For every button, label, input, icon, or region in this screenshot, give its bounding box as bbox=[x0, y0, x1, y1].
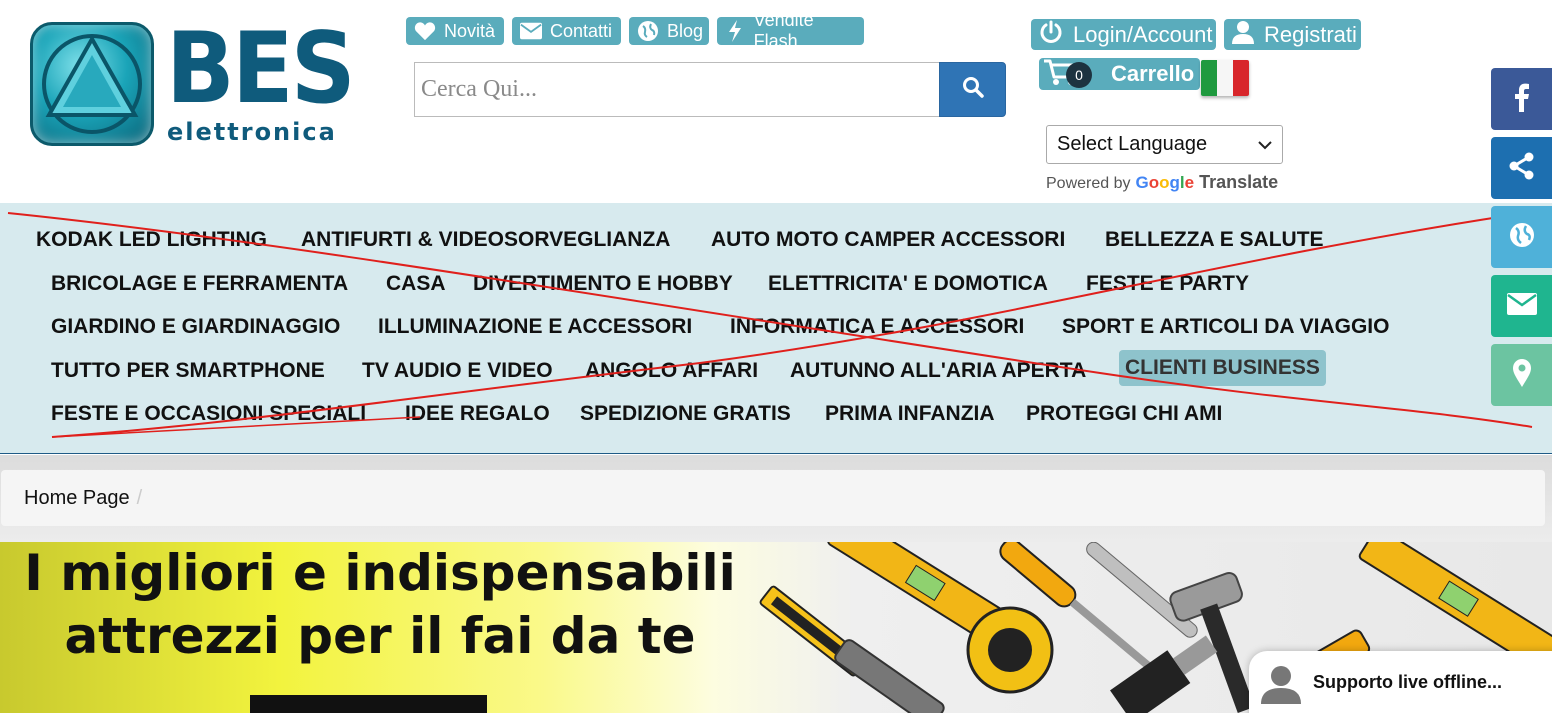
login-button[interactable]: Login/Account bbox=[1031, 19, 1216, 50]
category-item[interactable]: BRICOLAGE E FERRAMENTA bbox=[51, 272, 348, 296]
category-item[interactable]: ILLUMINAZIONE E ACCESSORI bbox=[378, 315, 692, 339]
category-item[interactable]: TUTTO PER SMARTPHONE bbox=[51, 359, 325, 383]
category-item[interactable]: BELLEZZA E SALUTE bbox=[1105, 228, 1324, 252]
cart-button[interactable]: 0 Carrello bbox=[1039, 58, 1200, 90]
cart-label: Carrello bbox=[1111, 61, 1195, 86]
top-links: Novità Contatti Blog Vendite Flash bbox=[406, 10, 864, 51]
login-label: Login/Account bbox=[1073, 21, 1213, 47]
chevron-down-icon bbox=[1258, 133, 1272, 156]
category-item[interactable]: KODAK LED LIGHTING bbox=[36, 228, 267, 252]
category-item[interactable]: IDEE REGALO bbox=[405, 402, 550, 426]
register-label: Registrati bbox=[1264, 21, 1357, 47]
location-button[interactable] bbox=[1491, 344, 1552, 406]
social-sidebar bbox=[1491, 68, 1552, 413]
contatti-link[interactable]: Contatti bbox=[512, 17, 621, 45]
banner-line-1: I migliori e indispensabili bbox=[24, 544, 736, 602]
category-item[interactable]: FESTE E PARTY bbox=[1086, 272, 1249, 296]
breadcrumb-home[interactable]: Home Page bbox=[24, 487, 130, 510]
category-item[interactable]: SPORT E ARTICOLI DA VIAGGIO bbox=[1062, 315, 1389, 339]
category-item[interactable]: PRIMA INFANZIA bbox=[825, 402, 995, 426]
category-item[interactable]: AUTO MOTO CAMPER ACCESSORI bbox=[711, 228, 1065, 252]
envelope-icon bbox=[1506, 292, 1537, 320]
category-menu: KODAK LED LIGHTING ANTIFURTI & VIDEOSORV… bbox=[0, 203, 1552, 454]
search-input[interactable] bbox=[414, 62, 939, 117]
powered-by-label: Powered by bbox=[1046, 175, 1131, 192]
envelope-icon bbox=[520, 20, 542, 42]
facebook-button[interactable] bbox=[1491, 68, 1552, 130]
website-button[interactable] bbox=[1491, 206, 1552, 268]
category-item[interactable]: AUTUNNO ALL'ARIA APERTA bbox=[790, 359, 1086, 383]
category-item-active[interactable]: CLIENTI BUSINESS bbox=[1119, 350, 1326, 386]
user-icon bbox=[1232, 20, 1254, 50]
vendite-flash-label: Vendite Flash bbox=[753, 10, 814, 51]
share-icon bbox=[1508, 152, 1536, 185]
language-selected: Select Language bbox=[1057, 133, 1208, 155]
cart-count-badge: 0 bbox=[1066, 62, 1092, 88]
language-select[interactable]: Select Language bbox=[1046, 125, 1283, 164]
banner-title: I migliori e indispensabili attrezzi per… bbox=[0, 542, 760, 668]
search-button[interactable] bbox=[939, 62, 1006, 117]
logo[interactable]: BES elettronica bbox=[30, 12, 360, 150]
share-button[interactable] bbox=[1491, 137, 1552, 199]
email-button[interactable] bbox=[1491, 275, 1552, 337]
power-icon bbox=[1039, 20, 1063, 50]
category-item[interactable]: CASA bbox=[386, 272, 446, 296]
logo-wordmark: BES bbox=[166, 12, 356, 126]
breadcrumb: Home Page / bbox=[1, 470, 1545, 526]
blog-link[interactable]: Blog bbox=[629, 17, 709, 45]
live-chat-widget[interactable]: Supporto live offline... bbox=[1249, 651, 1552, 713]
category-item[interactable]: ANGOLO AFFARI bbox=[585, 359, 758, 383]
translate-label: Translate bbox=[1199, 172, 1279, 192]
category-item[interactable]: ANTIFURTI & VIDEOSORVEGLIANZA bbox=[301, 228, 670, 252]
bolt-icon bbox=[725, 20, 746, 42]
banner-line-2: attrezzi per il fai da te bbox=[64, 607, 696, 665]
account-links: Login/Account Registrati bbox=[1031, 19, 1361, 50]
category-item[interactable]: SPEDIZIONE GRATIS bbox=[580, 402, 791, 426]
italian-flag-icon[interactable] bbox=[1201, 60, 1249, 96]
category-item[interactable]: TV AUDIO E VIDEO bbox=[362, 359, 553, 383]
contatti-label: Contatti bbox=[550, 20, 613, 41]
breadcrumb-separator: / bbox=[136, 486, 143, 509]
live-chat-label: Supporto live offline... bbox=[1313, 671, 1502, 692]
banner-cta-button[interactable] bbox=[250, 695, 487, 713]
blog-label: Blog bbox=[667, 20, 704, 41]
category-item[interactable]: DIVERTIMENTO E HOBBY bbox=[473, 272, 733, 296]
register-button[interactable]: Registrati bbox=[1224, 19, 1361, 50]
logo-subtitle: elettronica bbox=[167, 118, 337, 146]
novita-label: Novità bbox=[444, 20, 496, 41]
category-item[interactable]: PROTEGGI CHI AMI bbox=[1026, 402, 1222, 426]
globe-icon bbox=[637, 20, 659, 42]
globe-icon bbox=[1508, 221, 1536, 254]
powered-by-google[interactable]: Powered by Google Translate bbox=[1046, 172, 1278, 193]
google-logo: Google bbox=[1135, 173, 1195, 192]
category-item[interactable]: ELETTRICITA' E DOMOTICA bbox=[768, 272, 1048, 296]
novita-link[interactable]: Novità bbox=[406, 17, 504, 45]
page: BES elettronica Novità Contatti Blog Ven… bbox=[0, 0, 1552, 713]
category-item[interactable]: INFORMATICA E ACCESSORI bbox=[730, 315, 1024, 339]
support-agent-icon bbox=[1259, 664, 1303, 709]
map-pin-icon bbox=[1512, 358, 1532, 392]
vendite-flash-link[interactable]: Vendite Flash bbox=[717, 10, 864, 51]
category-item[interactable]: FESTE E OCCASIONI SPECIALI bbox=[51, 402, 366, 426]
facebook-icon bbox=[1514, 82, 1530, 117]
category-item[interactable]: GIARDINO E GIARDINAGGIO bbox=[51, 315, 340, 339]
search-icon bbox=[962, 76, 984, 103]
heart-icon bbox=[414, 20, 436, 42]
logo-mark bbox=[30, 22, 154, 146]
search-bar bbox=[414, 62, 1006, 117]
